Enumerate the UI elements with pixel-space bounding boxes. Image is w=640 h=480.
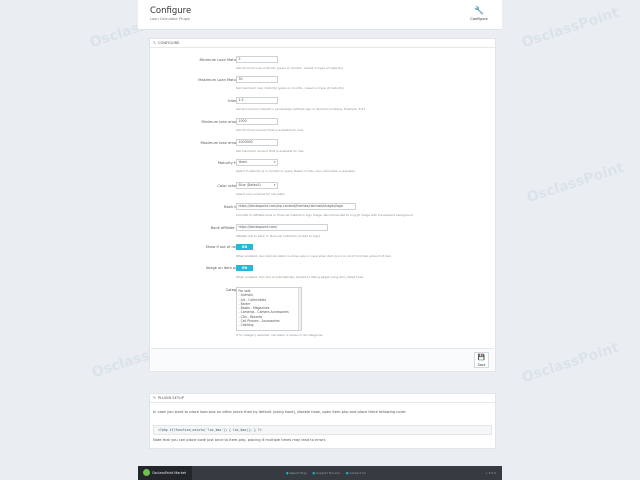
watermark: OsclassPoint xyxy=(519,4,621,52)
configure-button[interactable]: 🔧 Configure xyxy=(468,6,490,21)
save-button[interactable]: 💾 Save xyxy=(474,352,489,368)
category-scrollbar[interactable] xyxy=(298,288,301,330)
category-multiselect[interactable]: For sale - Animals - Art - Collectibles … xyxy=(236,287,302,331)
brand-logo-icon xyxy=(143,469,150,476)
interest-help: Set annual loan interest in percentage (… xyxy=(236,107,366,111)
configure-button-label: Configure xyxy=(470,17,488,21)
bank-affiliate-help: Affiliate link to bank or financial inst… xyxy=(236,234,321,238)
field-category: Category For sale - Animals - Art - Coll… xyxy=(150,287,495,337)
footer-links: ●Report Bug ●Support Forums ●Contact Us xyxy=(286,471,371,475)
bank-logo-help: Link/URL to affiliate bank or financial … xyxy=(236,213,413,217)
image-on-item-toggle[interactable]: ON xyxy=(236,265,253,271)
min-amount-help: Set minimum amount that is available for… xyxy=(236,128,304,132)
caret-down-icon: ▾ xyxy=(273,183,276,187)
version-label: v 3.0.0 xyxy=(485,471,496,475)
configure-panel: ✎ CONFIGURE Minimum Loan Maturity 5 Set m… xyxy=(149,38,496,260)
configure-panel-lower: Show if out of range ON When enabled, lo… xyxy=(149,240,496,372)
interest-input[interactable]: 1.5 xyxy=(236,97,278,104)
watermark: OsclassPoint xyxy=(524,159,626,207)
plugin-setup-title: PLUGIN SETUP xyxy=(158,396,184,400)
form-footer: 💾 Save xyxy=(151,348,494,370)
max-amount-help: Set maximum amount that is available for… xyxy=(236,149,305,153)
page-subtitle: Loan Calculator Plugin xyxy=(150,17,191,21)
footer-brand[interactable]: OsclassPoint Market xyxy=(138,466,192,480)
color-scheme-value: Blue (Default) xyxy=(238,183,261,187)
min-maturity-help: Set minimum loan maturity (years or mont… xyxy=(236,66,344,70)
footer-link-contact[interactable]: ●Contact Us xyxy=(346,471,366,475)
configure-panel-header: ✎ CONFIGURE xyxy=(150,39,495,48)
category-help: If no category selected, calculator is s… xyxy=(236,333,323,337)
pencil-icon: ✎ xyxy=(153,41,157,45)
color-scheme-help: Select color scheme for calculator xyxy=(236,192,286,196)
bank-affiliate-input[interactable]: https://declaspoint.com/ xyxy=(236,224,328,231)
color-scheme-select[interactable]: Blue (Default) ▾ xyxy=(236,182,278,189)
show-out-of-range-toggle[interactable]: ON xyxy=(236,244,253,250)
bug-icon: ● xyxy=(286,471,289,475)
max-maturity-input[interactable]: 30 xyxy=(236,76,278,83)
footer-link-support[interactable]: ●Support Forums xyxy=(312,471,340,475)
bank-logo-input[interactable]: https://declaspoint.com/wp-content/theme… xyxy=(236,203,356,210)
page-header: Configure Loan Calculator Plugin 🔧 Confi… xyxy=(138,0,502,30)
image-on-item-help: When enabled, loan box is automatically … xyxy=(236,275,365,279)
configure-panel-title: CONFIGURE xyxy=(158,41,180,45)
show-out-of-range-help: When enabled, loan box/calculator is sho… xyxy=(236,254,392,258)
footer-link-report-bug[interactable]: ●Report Bug xyxy=(286,471,306,475)
save-button-label: Save xyxy=(477,363,486,367)
min-maturity-input[interactable]: 5 xyxy=(236,56,278,63)
min-amount-input[interactable]: 1000 xyxy=(236,118,278,125)
plugin-setup-header: ✎ PLUGIN SETUP xyxy=(150,394,495,403)
setup-note: Note that you can place code just once t… xyxy=(153,438,326,442)
footer-bar: OsclassPoint Market ●Report Bug ●Support… xyxy=(138,466,502,480)
field-color-scheme: Color scheme Blue (Default) ▾ Select col… xyxy=(150,182,495,196)
setup-code[interactable]: <?php if(function_exists('loc_box')) { l… xyxy=(153,425,492,435)
category-option[interactable]: - Clothing xyxy=(239,323,300,327)
support-icon: ● xyxy=(312,471,315,475)
pencil-icon: ✎ xyxy=(153,396,157,400)
caret-down-icon: ▾ xyxy=(273,160,276,164)
setup-intro: In case you want to place loan-box on ot… xyxy=(153,410,407,414)
max-maturity-help: Set maximum loan maturity (years or mont… xyxy=(236,86,344,90)
page-title: Configure xyxy=(150,6,192,16)
wrench-icon: 🔧 xyxy=(474,6,484,15)
maturity-type-help: Select if maturity is in months or years… xyxy=(236,169,355,173)
plugin-setup-panel: ✎ PLUGIN SETUP In case you want to place … xyxy=(149,393,496,449)
watermark: OsclassPoint xyxy=(519,339,621,387)
brand-name: OsclassPoint Market xyxy=(152,470,187,475)
max-amount-input[interactable]: 1000000 xyxy=(236,139,278,146)
floppy-disk-icon: 💾 xyxy=(477,354,486,361)
field-maturity-type: Maturity type Years ▾ Select if maturity… xyxy=(150,159,495,173)
maturity-type-select[interactable]: Years ▾ xyxy=(236,159,278,166)
maturity-type-value: Years xyxy=(238,160,247,164)
